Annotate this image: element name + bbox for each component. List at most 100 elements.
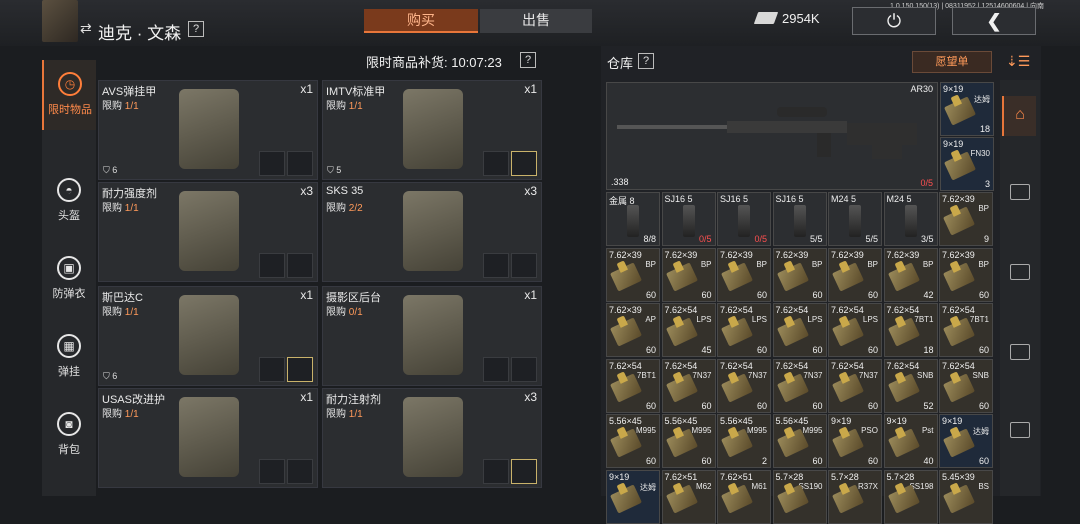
ammo-cell[interactable]: 7.62×39 BP 60 — [828, 247, 882, 302]
attachment-slot[interactable] — [259, 151, 285, 176]
ammo-type: 7N37 — [692, 370, 712, 380]
warehouse-help-button[interactable]: ? — [638, 53, 654, 69]
magazine-cell[interactable]: SJ16 5 0/5 — [717, 192, 771, 246]
power-button[interactable]: ⏻ — [852, 7, 936, 35]
ammo-cell[interactable]: 7.62×54 LPS 60 — [828, 303, 882, 357]
weapon-cell[interactable]: AR30 .338 0/5 — [606, 82, 938, 190]
ammo-cell[interactable]: 5.56×45 M995 60 — [661, 414, 716, 468]
wishlist-button[interactable]: 愿望单 — [912, 51, 992, 73]
attachment-slot[interactable] — [511, 459, 537, 484]
ammo-caliber: 7.62×39 — [720, 249, 753, 260]
magazine-cell[interactable]: SJ16 5 5/5 — [772, 192, 827, 246]
item-limit: 限购 2/2 — [326, 203, 363, 214]
ammo-icon — [665, 261, 698, 292]
ammo-cell[interactable]: 7.62×54 LPS 60 — [772, 303, 827, 357]
nav-item-vest[interactable]: ▣ 防弹衣 — [42, 244, 96, 314]
ammo-cell[interactable]: 7.62×39 BP 60 — [939, 247, 993, 302]
ammo-cell[interactable]: 5.7×28 R37X — [828, 469, 882, 524]
ammo-cell[interactable]: 9×19 达姆 18 — [940, 82, 994, 136]
nav-item-rig[interactable]: ▦ 弹挂 — [42, 322, 96, 392]
ammo-cell[interactable]: 7.62×54 LPS 45 — [661, 303, 716, 357]
shop-item[interactable]: AVS弹挂甲 限购 1/1 x1 ⛉ 6 — [98, 80, 318, 180]
attachment-slot[interactable] — [259, 459, 285, 484]
ammo-cell[interactable]: 7.62×39 BP 9 — [939, 192, 993, 246]
attachment-slot[interactable] — [483, 357, 509, 382]
item-quantity: x1 — [524, 288, 537, 302]
attachment-slot[interactable] — [483, 459, 509, 484]
restock-help-button[interactable]: ? — [520, 52, 536, 68]
attachment-slot[interactable] — [511, 357, 537, 382]
attachment-slot[interactable] — [259, 253, 285, 278]
shop-item[interactable]: 斯巴达C 限购 1/1 x1 ⛉ 6 — [98, 286, 318, 386]
ammo-cell[interactable]: 7.62×39 BP 42 — [883, 247, 938, 302]
ammo-cell[interactable]: 9×19 达姆 60 — [939, 414, 993, 468]
ammo-cell[interactable]: 7.62×39 BP 60 — [717, 247, 771, 302]
ammo-cell[interactable]: 5.56×45 M995 60 — [606, 414, 660, 468]
ammo-cell[interactable]: 7.62×54 7N37 60 — [717, 358, 771, 413]
ammo-cell[interactable]: 5.45×39 BS — [939, 469, 993, 524]
ammo-cell[interactable]: 7.62×54 SNB 60 — [939, 358, 993, 413]
item-count: 5/5 — [865, 234, 878, 244]
ammo-cell[interactable]: 7.62×54 SNB 52 — [883, 358, 938, 413]
nav-item-limited[interactable]: ◷ 限时物品 — [42, 60, 96, 130]
attachment-slot[interactable] — [483, 151, 509, 176]
shop-item[interactable]: IMTV标准甲 限购 1/1 x1 ⛉ 5 — [322, 80, 542, 180]
storage-box-icon[interactable] — [1010, 422, 1030, 438]
ammo-cell[interactable]: 7.62×39 BP 60 — [772, 247, 827, 302]
magazine-cell[interactable]: M24 5 3/5 — [883, 192, 938, 246]
ammo-cell[interactable]: 7.62×39 AP 60 — [606, 303, 660, 357]
ammo-cell[interactable]: 7.62×54 7BT1 18 — [883, 303, 938, 357]
attachment-slot[interactable] — [259, 357, 285, 382]
attachment-slot[interactable] — [287, 151, 313, 176]
magazine-cell[interactable]: 金属 8 8/8 — [606, 192, 660, 246]
attachment-slot[interactable] — [287, 459, 313, 484]
ammo-cell[interactable]: 7.62×54 7BT1 60 — [606, 358, 660, 413]
ammo-cell[interactable]: 7.62×54 7N37 60 — [772, 358, 827, 413]
shop-item[interactable]: USAS改进护 限购 1/1 x1 — [98, 388, 318, 488]
ammo-cell[interactable]: 5.7×28 SS190 — [772, 469, 827, 524]
shop-item[interactable]: 耐力强度剂 限购 1/1 x3 — [98, 182, 318, 282]
storage-box-icon[interactable] — [1010, 344, 1030, 360]
ammo-cell[interactable]: 9×19 Pst 40 — [883, 414, 938, 468]
shop-item[interactable]: 摄影区后台 限购 0/1 x1 — [322, 286, 542, 386]
ammo-cell[interactable]: 7.62×39 BP 60 — [606, 247, 660, 302]
home-icon[interactable]: ⌂ — [1002, 96, 1036, 136]
ammo-icon — [831, 317, 865, 347]
back-button[interactable]: ❮ — [952, 7, 1036, 35]
shop-item[interactable]: SKS 35 限购 2/2 x3 — [322, 182, 542, 282]
nav-item-helmet[interactable]: ◓ 头盔 — [42, 166, 96, 236]
magazine-cell[interactable]: SJ16 5 0/5 — [661, 192, 716, 246]
ammo-cell[interactable]: 9×19 PSO 60 — [828, 414, 882, 468]
tab-sell[interactable]: 出售 — [480, 9, 592, 33]
ammo-cell[interactable]: 7.62×54 7N37 60 — [661, 358, 716, 413]
storage-box-icon[interactable] — [1010, 264, 1030, 280]
ammo-cell[interactable]: 5.56×45 M995 2 — [717, 414, 771, 468]
nav-item-backpack[interactable]: ◙ 背包 — [42, 400, 96, 470]
ammo-caliber: 5.56×45 — [720, 416, 753, 426]
attachment-slot[interactable] — [511, 151, 537, 176]
ammo-cell[interactable]: 7.62×39 BP 60 — [661, 247, 716, 302]
attachment-slot[interactable] — [511, 253, 537, 278]
ammo-icon — [943, 96, 977, 126]
ammo-cell[interactable]: 5.56×45 M995 60 — [772, 414, 827, 468]
ammo-cell[interactable]: 5.7×28 SS198 — [883, 469, 938, 524]
ammo-cell[interactable]: 7.62×51 M61 — [717, 469, 771, 524]
ammo-cell[interactable]: 7.62×54 7N37 60 — [828, 358, 882, 413]
storage-box-icon[interactable] — [1010, 184, 1030, 200]
attachment-slot[interactable] — [483, 253, 509, 278]
ammo-cell[interactable]: 9×19 FN30 3 — [940, 137, 994, 191]
swap-icon[interactable]: ⇄ — [80, 20, 92, 37]
sort-icon[interactable]: ⇣☰ — [1006, 53, 1030, 70]
help-button[interactable]: ? — [188, 21, 204, 37]
avatar[interactable] — [42, 0, 78, 42]
ammo-cell[interactable]: 9×19 达姆 — [606, 469, 660, 524]
ammo-cell[interactable]: 7.62×54 LPS 60 — [717, 303, 771, 357]
ammo-cell[interactable]: 7.62×51 M62 — [661, 469, 716, 524]
tab-buy[interactable]: 购买 — [364, 9, 478, 33]
magazine-cell[interactable]: M24 5 5/5 — [828, 192, 882, 246]
ammo-cell[interactable]: 7.62×54 7BT1 60 — [939, 303, 993, 357]
attachment-slot[interactable] — [287, 357, 313, 382]
shop-item[interactable]: 耐力注射剂 限购 1/1 x3 — [322, 388, 542, 488]
item-limit: 限购 0/1 — [326, 307, 363, 318]
attachment-slot[interactable] — [287, 253, 313, 278]
